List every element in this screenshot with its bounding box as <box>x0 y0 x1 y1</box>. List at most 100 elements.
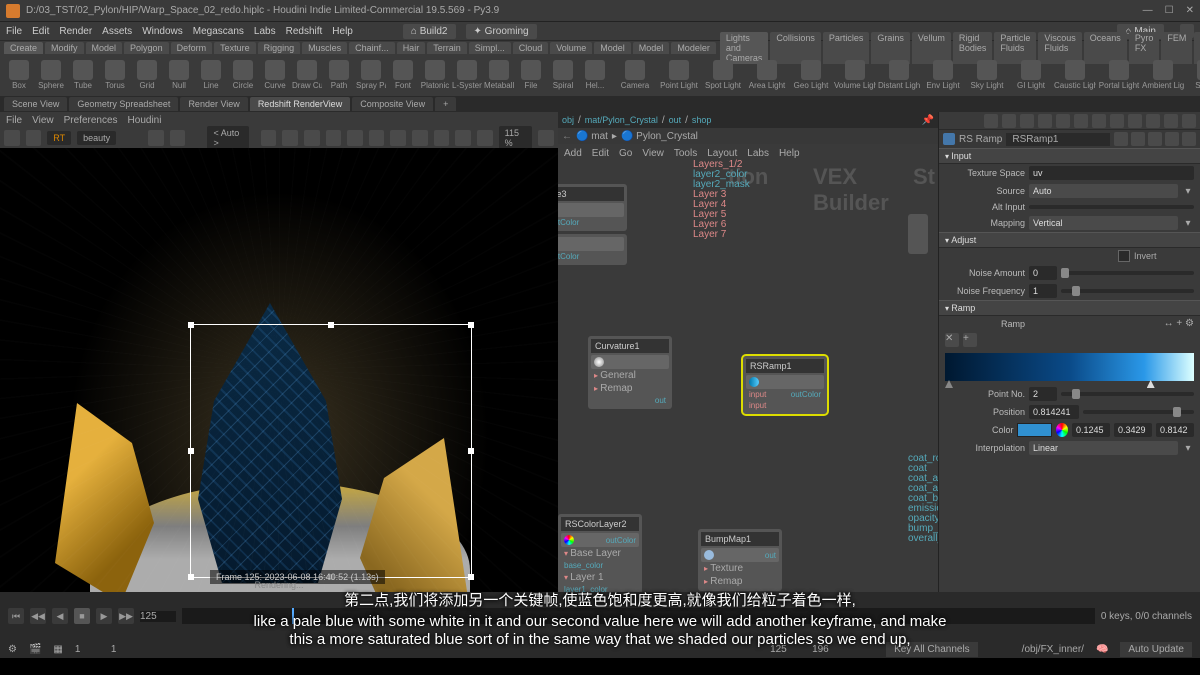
source-select[interactable]: Auto <box>1029 184 1178 198</box>
shelf-tool[interactable]: Camera <box>614 60 656 90</box>
shelf-tool[interactable]: Font <box>388 60 418 90</box>
shelf-tool[interactable]: Torus <box>100 60 130 90</box>
shelf-tab[interactable]: Chainf... <box>349 42 395 54</box>
vtool-icon[interactable] <box>390 130 406 146</box>
region-select[interactable] <box>190 324 472 578</box>
shelf-tool[interactable]: Box <box>4 60 34 90</box>
vtool-icon[interactable] <box>412 130 428 146</box>
close-icon[interactable]: ✕ <box>1186 5 1194 16</box>
color-swatch[interactable] <box>1017 423 1052 437</box>
shelf-tab[interactable]: Modify <box>45 42 84 54</box>
shelf-tab[interactable]: Texture <box>214 42 256 54</box>
shelf-tab[interactable]: Model <box>633 42 670 54</box>
nmenu-labs[interactable]: Labs <box>747 148 769 159</box>
menu-megascans[interactable]: Megascans <box>193 26 244 37</box>
nmenu-tools[interactable]: Tools <box>674 148 697 159</box>
position-field[interactable]: 0.814241 <box>1029 405 1079 419</box>
noiseamt-field[interactable]: 0 <box>1029 266 1057 280</box>
tab-geo-spread[interactable]: Geometry Spreadsheet <box>69 97 178 111</box>
nmenu-view[interactable]: View <box>642 148 664 159</box>
ptool-icon[interactable] <box>1110 114 1124 128</box>
shelf-tab[interactable]: Cloud <box>513 42 549 54</box>
path-shop[interactable]: shop <box>692 115 712 125</box>
render-viewport[interactable]: Frame 125: 2023-06-08 16:40:52 (1.13s) R… <box>0 148 558 592</box>
shelf-tool[interactable]: Area Light <box>746 60 788 90</box>
zoom-level[interactable]: 115 % <box>499 126 533 150</box>
menu-redshift[interactable]: Redshift <box>286 26 323 37</box>
shelf-tab[interactable]: Particles <box>823 32 870 64</box>
ptool-icon[interactable] <box>1128 114 1142 128</box>
shelf-tool[interactable]: Ambient Light <box>1142 60 1184 90</box>
tab-scene-view[interactable]: Scene View <box>4 97 67 111</box>
menu-edit[interactable]: Edit <box>32 26 49 37</box>
ramp-add-pt-icon[interactable]: + <box>963 333 977 347</box>
shelf-tool[interactable]: GI Light <box>1010 60 1052 90</box>
ptool-icon[interactable] <box>1020 114 1034 128</box>
shelf-tab[interactable]: Rigging <box>258 42 301 54</box>
shelf-tool[interactable]: Curve <box>260 60 290 90</box>
reload-icon[interactable] <box>1131 132 1145 146</box>
menu-windows[interactable]: Windows <box>142 26 183 37</box>
vtool-icon[interactable] <box>455 130 471 146</box>
shelf-tab[interactable]: Polygon <box>124 42 169 54</box>
shelf-tool[interactable]: Grid <box>132 60 162 90</box>
vtool-icon[interactable] <box>434 130 450 146</box>
shelf-tool[interactable]: Point Light <box>658 60 700 90</box>
color-r[interactable]: 0.1245 <box>1072 423 1110 437</box>
vtool-icon[interactable] <box>326 130 342 146</box>
path-obj[interactable]: obj <box>562 115 574 125</box>
node-rsramp[interactable]: RSRamp1 inputoutColor input <box>743 356 827 414</box>
minimize-icon[interactable]: — <box>1143 5 1153 16</box>
shelf-tool[interactable]: File <box>516 60 546 90</box>
shelf-tab[interactable]: Model <box>86 42 123 54</box>
tab-rs-renderview[interactable]: Redshift RenderView <box>250 97 350 111</box>
vmenu-file[interactable]: File <box>6 115 22 126</box>
vtool-icon[interactable] <box>477 130 493 146</box>
altinput-field[interactable] <box>1029 205 1194 209</box>
path-mat[interactable]: mat/Pylon_Crystal <box>585 115 658 125</box>
shelf-tab[interactable]: Hair <box>397 42 426 54</box>
lock-icon[interactable] <box>148 130 164 146</box>
shelf-tab[interactable]: Viscous Fluids <box>1038 32 1081 64</box>
shelf-tab[interactable]: Collisions <box>770 32 821 64</box>
interp-select[interactable]: Linear <box>1029 441 1178 455</box>
snapshot-icon[interactable] <box>170 130 186 146</box>
vmenu-view[interactable]: View <box>32 115 54 126</box>
shelf-tool[interactable]: Spray Paint <box>356 60 386 90</box>
shelf-tool[interactable]: Platonic <box>420 60 450 90</box>
color-b[interactable]: 0.8142 <box>1156 423 1194 437</box>
position-slider[interactable] <box>1083 410 1194 414</box>
shelf-tab[interactable]: Lights and Cameras <box>720 32 769 64</box>
desktop-build[interactable]: ⌂ Build2 <box>403 24 456 39</box>
shelf-tool[interactable]: Stereo <box>1186 60 1200 90</box>
shelf-tab[interactable]: Muscles <box>302 42 347 54</box>
texspace-field[interactable]: uv <box>1029 166 1194 180</box>
shelf-tool[interactable]: Volume Light <box>834 60 876 90</box>
shelf-tab[interactable]: Create <box>4 42 43 54</box>
shelf-tab[interactable]: Volume <box>550 42 592 54</box>
menu-help[interactable]: Help <box>332 26 353 37</box>
shelf-tab[interactable]: Rigid Bodies <box>953 32 993 64</box>
menu-labs[interactable]: Labs <box>254 26 276 37</box>
invert-checkbox[interactable] <box>1118 250 1130 262</box>
shelf-tool[interactable]: Spot Light <box>702 60 744 90</box>
shelf-tab[interactable]: Modeler <box>671 42 716 54</box>
color-g[interactable]: 0.3429 <box>1114 423 1152 437</box>
pointno-field[interactable]: 2 <box>1029 387 1057 401</box>
pointno-slider[interactable] <box>1061 392 1194 396</box>
ramp-del-icon[interactable]: ✕ <box>945 333 959 347</box>
shelf-tool[interactable]: Sphere <box>36 60 66 90</box>
search-icon[interactable] <box>1148 132 1162 146</box>
shelf-tab[interactable]: Deform <box>171 42 213 54</box>
vmenu-houdini[interactable]: Houdini <box>128 115 162 126</box>
shelf-tool[interactable]: Portal Light <box>1098 60 1140 90</box>
nmenu-layout[interactable]: Layout <box>707 148 737 159</box>
ptool-icon[interactable] <box>1056 114 1070 128</box>
noisefreq-slider[interactable] <box>1061 289 1194 293</box>
tab-composite[interactable]: Composite View <box>352 97 433 111</box>
menu-file[interactable]: File <box>6 26 22 37</box>
node-rscolorlayer[interactable]: RSColorLayer2 outColor ▾ Base Layer base… <box>558 514 642 592</box>
node-ise3[interactable]: ise3 outColor <box>558 184 627 231</box>
ptool-icon[interactable] <box>1164 114 1178 128</box>
vmenu-prefs[interactable]: Preferences <box>64 115 118 126</box>
